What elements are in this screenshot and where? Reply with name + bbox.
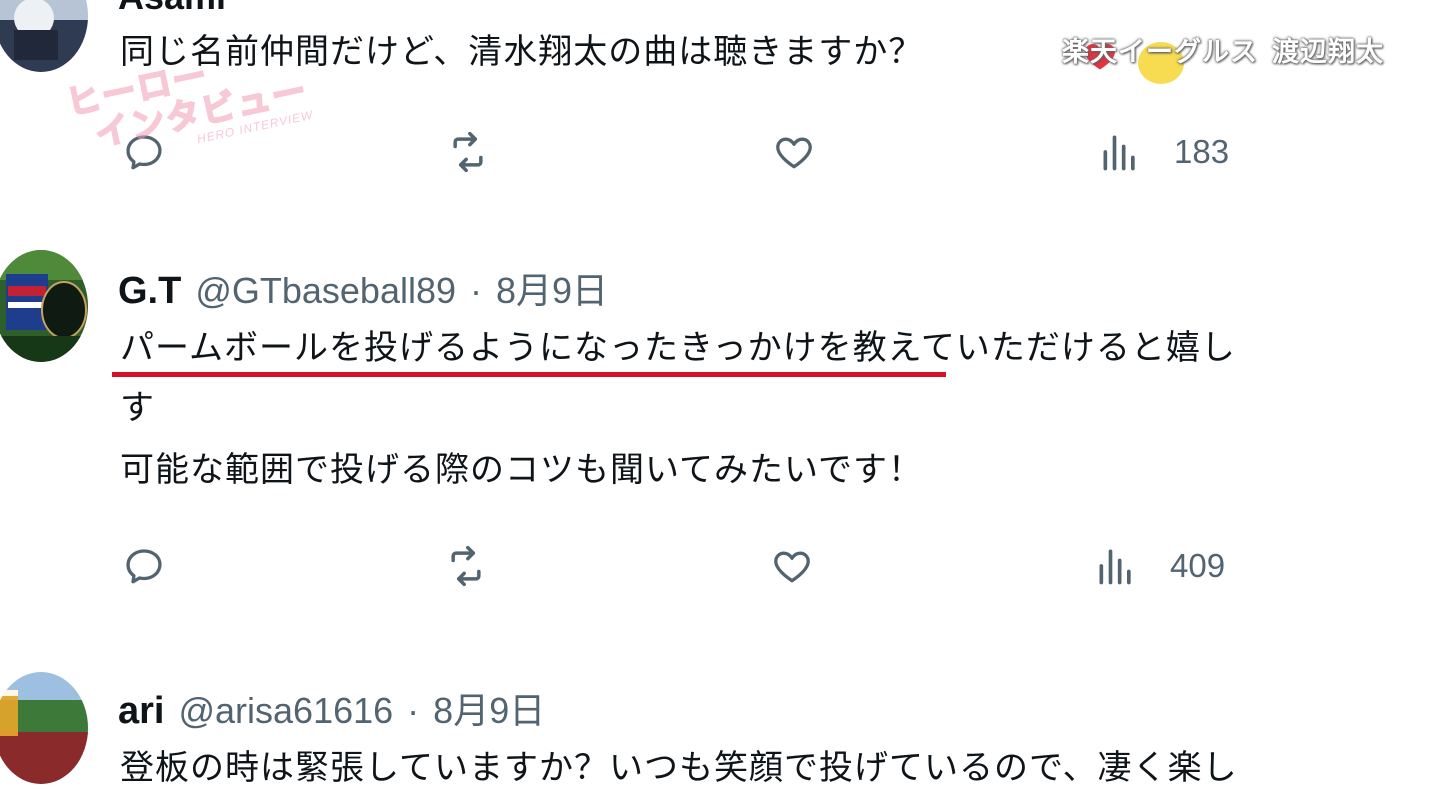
heart-icon [776,137,812,169]
tweet-2-text-line1-rest: を教えていただけると嬉し [817,328,1236,368]
caption-team: 楽天イーグルス [1062,37,1258,68]
tweet-2-actions: 409 [0,542,1440,590]
avatar-tweet-2[interactable] [0,250,88,362]
like-button[interactable] [770,542,814,590]
like-button[interactable] [772,128,816,176]
retweet-icon [451,545,481,587]
tweet-2-text: パームボールを投げるようになったきっかけを教えていただけると嬉し [120,320,1236,376]
tweet-2-text-line2: す [120,388,155,428]
red-underline [112,372,946,377]
tweet-1-display-name[interactable]: Asami [118,0,226,18]
separator-dot: · [470,270,483,311]
tweet-2-text-line3: 可能な範囲で投げる際のコツも聞いてみたいです！ [120,450,923,490]
views-icon [1103,135,1135,171]
separator-dot: · [407,690,420,731]
broadcast-caption: 楽天イーグルス 渡辺翔太 [1062,30,1384,69]
retweet-button[interactable] [444,542,488,590]
avatar-tweet-3[interactable] [0,672,88,784]
retweet-icon [453,131,483,173]
retweet-button[interactable] [446,128,490,176]
tweet-2-display-name[interactable]: G.T [118,270,181,313]
avatar-tweet-1[interactable] [0,0,88,72]
caption-player: 渡辺翔太 [1272,37,1384,68]
tweet-2-handle[interactable]: @GTbaseball89 [195,270,456,312]
tweet-3-text: 登板の時は緊張していますか？いつも笑顔で投げているので、凄く楽し [120,748,1238,788]
tweet-3-display-name[interactable]: ari [118,690,164,733]
views-icon [1099,549,1131,585]
tweet-3-date[interactable]: 8月9日 [433,682,545,734]
reply-icon [126,549,162,584]
tweet-3-handle[interactable]: @arisa61616 [178,690,393,732]
views-count: 183 [1174,133,1230,170]
tweet-3-header: ari @arisa61616 · 8月9日 [118,682,545,734]
views-count: 409 [1170,547,1226,584]
views-button[interactable]: 183 [1098,128,1229,176]
views-button[interactable]: 409 [1094,542,1225,590]
tweet-2-header: G.T @GTbaseball89 · 8月9日 [118,262,608,314]
tweet-2-text-underlined: パームボールを投げるようになったきっかけ [120,328,818,368]
tweet-2-date[interactable]: 8月9日 [496,262,608,314]
heart-icon [774,551,810,583]
reply-button[interactable] [122,542,166,590]
